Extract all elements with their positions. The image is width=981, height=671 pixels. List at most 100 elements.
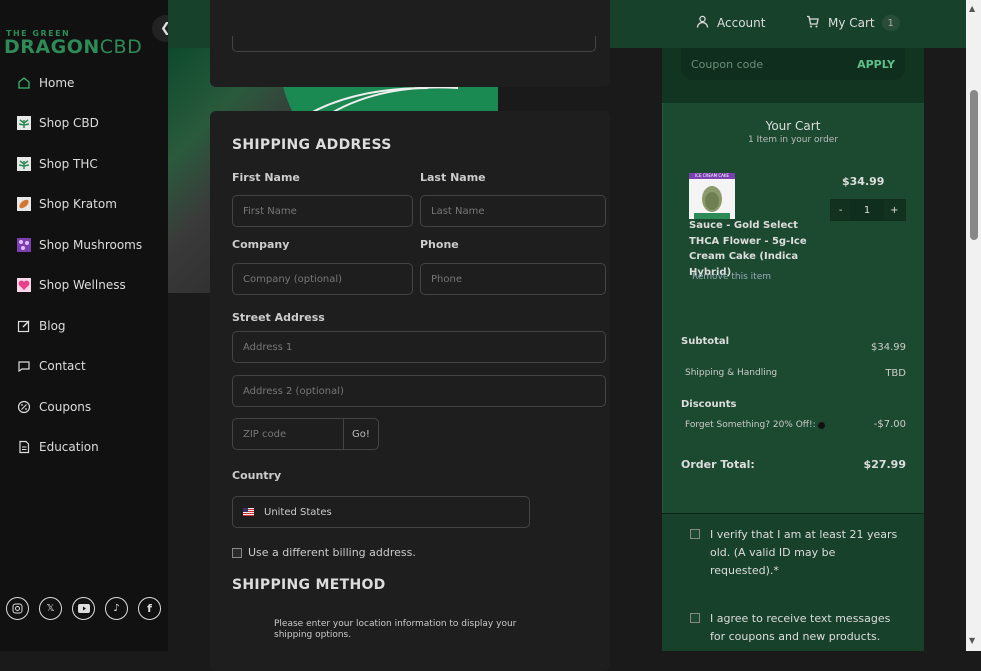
cart-count-badge: 1 (881, 15, 900, 31)
discount-name: Forget Something? 20% Off!: (685, 420, 816, 430)
remove-discount-icon[interactable] (817, 421, 825, 429)
cart-title: Your Cart (765, 119, 821, 133)
quantity-stepper: - 1 + (830, 199, 906, 221)
youtube-icon[interactable] (72, 597, 95, 620)
account-link[interactable]: Account (696, 15, 765, 31)
leaf-icon (16, 156, 32, 172)
order-total-label: Order Total: (681, 458, 755, 471)
phone-label: Phone (420, 238, 459, 251)
heart-icon (16, 277, 32, 293)
country-select[interactable]: United States (232, 496, 530, 528)
sidebar-item-label: Shop CBD (39, 116, 99, 130)
home-icon (16, 75, 32, 91)
discount-row: Forget Something? 20% Off!: (685, 420, 825, 430)
subtotal-value: $34.99 (871, 342, 906, 353)
sidebar-item-blog[interactable]: Blog (0, 312, 168, 340)
age-verify-label: I verify that I am at least 21 years old… (710, 528, 898, 577)
sms-optin-label: I agree to receive text messages for cou… (710, 612, 891, 643)
subtotal-label: Subtotal (681, 336, 730, 347)
cart-icon (806, 15, 819, 31)
sidebar-item-shop-mushrooms[interactable]: Shop Mushrooms (0, 231, 168, 259)
previous-input[interactable] (232, 36, 596, 52)
kratom-leaf-icon (16, 196, 32, 212)
mushroom-icon (16, 237, 32, 253)
shipping-method-note: Please enter your location information t… (274, 619, 517, 640)
leaf-icon (16, 115, 32, 131)
percent-badge-icon (16, 399, 32, 415)
billing-address-checkbox[interactable] (232, 548, 242, 558)
qty-plus-button[interactable]: + (883, 200, 905, 220)
company-field[interactable]: Company (optional) (232, 263, 413, 295)
phone-field[interactable]: Phone (420, 263, 606, 295)
tiktok-icon[interactable]: ♪ (105, 597, 128, 620)
sidebar-item-shop-kratom[interactable]: Shop Kratom (0, 190, 168, 218)
country-label: Country (232, 469, 282, 482)
sidebar-item-education[interactable]: Education (0, 433, 168, 461)
sidebar-item-coupons[interactable]: Coupons (0, 393, 168, 421)
sidebar-item-label: Shop Kratom (39, 197, 117, 211)
discount-value: -$7.00 (873, 419, 906, 430)
product-image[interactable]: ICE CREAM CAKE (689, 173, 735, 219)
street-address-label: Street Address (232, 311, 325, 324)
document-icon (16, 439, 32, 455)
scrollbar-thumb[interactable] (970, 90, 978, 240)
sidebar-item-label: Home (39, 76, 75, 90)
us-flag-icon (243, 508, 254, 516)
brand-suffix: CBD (99, 36, 143, 58)
sidebar-item-label: Contact (39, 359, 86, 373)
country-value: United States (264, 506, 332, 518)
brand-main: DRAGON (4, 36, 100, 58)
cart-label: My Cart (828, 16, 875, 30)
order-total-value: $27.99 (863, 458, 906, 471)
sidebar-item-shop-wellness[interactable]: Shop Wellness (0, 271, 168, 299)
brand-logo[interactable]: DRAGONCBD (4, 36, 142, 58)
age-verify-checkbox[interactable] (690, 529, 700, 539)
item-name[interactable]: Sauce - Gold Select THCA Flower - 5g-Ice… (689, 218, 829, 280)
apply-coupon-button[interactable]: APPLY (857, 58, 895, 71)
scroll-down-arrow-icon[interactable]: ▼ (969, 636, 975, 645)
sms-optin-checkbox[interactable] (690, 613, 700, 623)
shipping-label: Shipping & Handling (685, 368, 778, 378)
cart-summary (662, 103, 924, 513)
address1-field[interactable]: Address 1 (232, 331, 606, 363)
last-name-label: Last Name (420, 171, 486, 184)
sidebar-item-label: Education (39, 440, 99, 454)
coupon-input[interactable]: Coupon code (691, 58, 763, 71)
facebook-icon[interactable]: f (138, 597, 161, 620)
zip-go-button[interactable]: Go! (343, 418, 379, 450)
first-name-label: First Name (232, 171, 300, 184)
shipping-address-title: SHIPPING ADDRESS (232, 137, 392, 153)
sidebar-item-shop-thc[interactable]: Shop THC (0, 150, 168, 178)
item-price: $34.99 (842, 175, 885, 188)
address2-field[interactable]: Address 2 (optional) (232, 375, 606, 407)
qty-minus-button[interactable]: - (831, 200, 851, 220)
cart-link[interactable]: My Cart 1 (806, 15, 900, 31)
sidebar-item-contact[interactable]: Contact (0, 352, 168, 380)
scroll-up-arrow-icon[interactable]: ▲ (969, 4, 975, 13)
coupon-form: Coupon code APPLY (681, 48, 905, 80)
shipping-method-title: SHIPPING METHOD (232, 577, 386, 593)
zip-field[interactable]: ZIP code (232, 418, 344, 450)
sidebar-item-shop-cbd[interactable]: Shop CBD (0, 109, 168, 137)
x-icon[interactable]: 𝕏 (39, 597, 62, 620)
shipping-value: TBD (885, 368, 906, 379)
billing-address-label: Use a different billing address. (248, 546, 416, 559)
sidebar-item-home[interactable]: Home (0, 69, 168, 97)
flower-bud-image (694, 186, 730, 219)
first-name-field[interactable]: First Name (232, 195, 413, 227)
sidebar-item-label: Coupons (39, 400, 92, 414)
user-icon (696, 15, 709, 31)
edit-icon (16, 318, 32, 334)
cart-subtitle: 1 Item in your order (747, 135, 839, 145)
account-label: Account (717, 16, 766, 30)
instagram-icon[interactable] (6, 597, 29, 620)
qty-value[interactable]: 1 (850, 200, 884, 220)
previous-form-panel (210, 0, 610, 87)
sidebar-item-label: Shop Wellness (39, 278, 126, 292)
sidebar-item-label: Shop Mushrooms (39, 238, 143, 252)
last-name-field[interactable]: Last Name (420, 195, 606, 227)
sidebar-item-label: Blog (39, 319, 66, 333)
chat-icon (16, 358, 32, 374)
remove-item-link[interactable]: Remove this item (692, 272, 771, 282)
company-label: Company (232, 238, 290, 251)
